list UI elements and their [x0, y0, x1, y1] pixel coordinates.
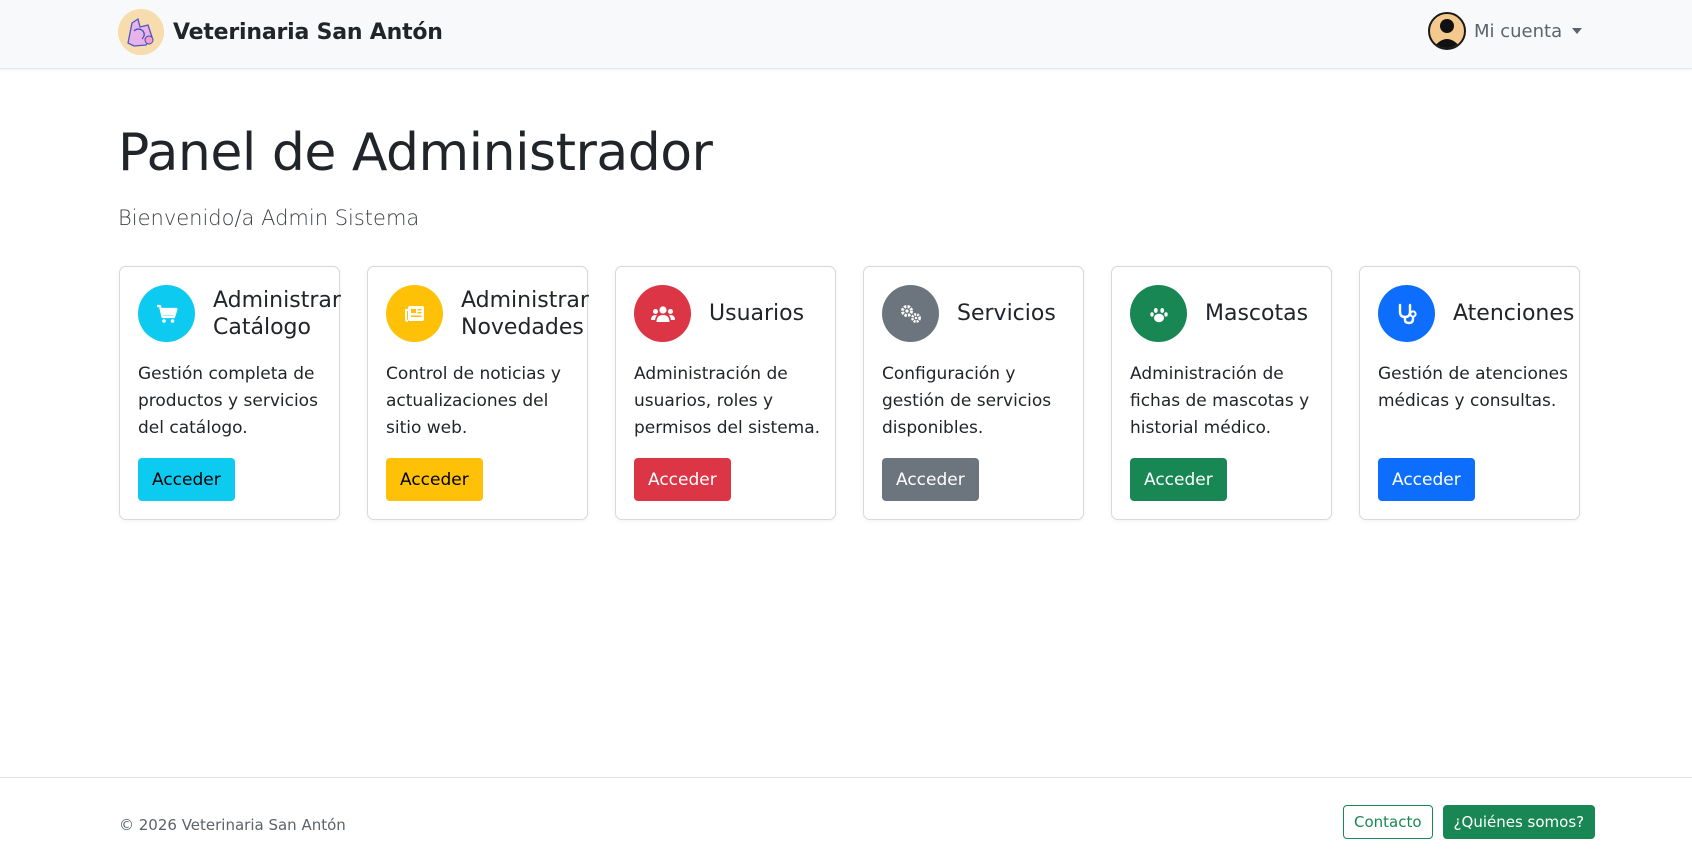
- acceder-servicios-button[interactable]: Acceder: [882, 458, 979, 501]
- card-description: Configuración y gestión de servicios dis…: [882, 364, 1052, 438]
- card-usuarios: Usuarios Administración de usuarios, rol…: [615, 266, 836, 520]
- footer: © 2026 Veterinaria San Antón Contacto ¿Q…: [0, 777, 1692, 857]
- welcome-message: Bienvenido/a Admin Sistema: [118, 206, 420, 230]
- contact-button[interactable]: Contacto: [1343, 805, 1433, 839]
- card-description: Control de noticias y actualizaciones de…: [386, 364, 561, 438]
- caret-down-icon: [1572, 28, 1583, 34]
- navbar: Veterinaria San Antón Mi cuenta: [0, 0, 1692, 69]
- card-title: Administrar: [461, 287, 589, 313]
- gears-icon: [882, 285, 939, 342]
- brand-link[interactable]: Veterinaria San Antón: [118, 9, 443, 55]
- card-servicios: Servicios Configuración y gestión de ser…: [863, 266, 1084, 520]
- card-title: Novedades: [461, 314, 584, 340]
- user-avatar-icon: [1428, 12, 1466, 50]
- card-mascotas: Mascotas Administración de fichas de mas…: [1111, 266, 1332, 520]
- card-title: Administrar: [213, 287, 341, 313]
- card-title: Catálogo: [213, 314, 311, 340]
- page-title: Panel de Administrador: [118, 123, 713, 183]
- card-description: Administración de fichas de mascotas y h…: [1130, 364, 1310, 438]
- brand-name: Veterinaria San Antón: [173, 19, 443, 45]
- card-title: Mascotas: [1205, 301, 1309, 326]
- admin-cards: Administrar Catálogo Gestión completa de…: [119, 266, 1580, 520]
- card-catalogo: Administrar Catálogo Gestión completa de…: [119, 266, 341, 520]
- card-title: Servicios: [957, 301, 1056, 326]
- about-button[interactable]: ¿Quiénes somos?: [1442, 805, 1596, 839]
- acceder-usuarios-button[interactable]: Acceder: [634, 458, 731, 501]
- acceder-novedades-button[interactable]: Acceder: [386, 458, 483, 501]
- copyright-text: © 2026 Veterinaria San Antón: [119, 816, 346, 834]
- account-label: Mi cuenta: [1474, 20, 1563, 42]
- stethoscope-icon: [1378, 285, 1435, 342]
- clinic-logo-icon: [118, 9, 164, 55]
- card-description: Gestión de atenciones médicas y consulta…: [1378, 364, 1568, 411]
- account-dropdown[interactable]: Mi cuenta: [1428, 12, 1583, 50]
- newspaper-icon: [386, 285, 443, 342]
- acceder-atenciones-button[interactable]: Acceder: [1378, 458, 1475, 501]
- users-icon: [634, 285, 691, 342]
- paw-icon: [1130, 285, 1187, 342]
- card-title: Atenciones: [1453, 301, 1575, 326]
- card-description: Gestión completa de productos y servicio…: [138, 364, 318, 438]
- acceder-mascotas-button[interactable]: Acceder: [1130, 458, 1227, 501]
- acceder-catalogo-button[interactable]: Acceder: [138, 458, 235, 501]
- card-title: Usuarios: [709, 301, 805, 326]
- card-description: Administración de usuarios, roles y perm…: [634, 364, 821, 438]
- shopping-cart-icon: [138, 285, 195, 342]
- card-novedades: Administrar Novedades Control de noticia…: [367, 266, 589, 520]
- card-atenciones: Atenciones Gestión de atenciones médicas…: [1359, 266, 1580, 520]
